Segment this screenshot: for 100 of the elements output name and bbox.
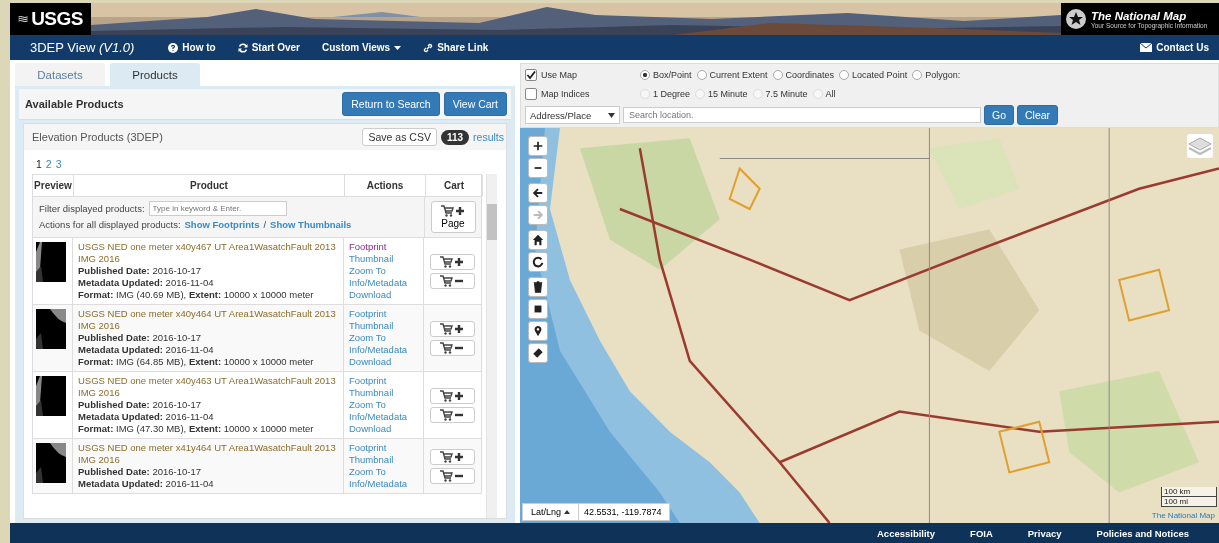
home-button[interactable] [528,230,548,250]
product-detail: Published Date: 2016-10-17 [78,332,203,344]
cart-minus-icon [440,341,464,354]
column-header: Preview [33,175,74,196]
trash-button[interactable] [528,277,548,297]
add-page-to-cart-button[interactable]: Page [430,201,476,233]
product-title: USGS NED one meter x40y463 UT Area1WasatchFault 2013 IMG 2016 [78,375,337,399]
pin-button[interactable] [528,321,548,341]
nav-link[interactable]: Custom Views [322,42,402,53]
remove-from-cart-button[interactable] [429,272,475,289]
footer-link[interactable]: Privacy [1027,527,1062,539]
tab[interactable]: Datasets [15,63,105,86]
product-action-link[interactable]: Thumbnail [349,320,418,332]
square-icon [532,303,544,315]
back-button[interactable] [528,183,548,203]
cart-minus-icon [440,408,464,421]
filter-field[interactable]: Type in keyword & Enter. [148,201,287,216]
product-action-link[interactable]: Thumbnail [349,454,418,466]
product-action-link[interactable]: Footprint [349,442,418,454]
checkbox[interactable]: Map Indices [525,87,635,100]
search-type-dropdown[interactable]: Address/Place [525,106,620,124]
refresh-button[interactable] [528,252,548,272]
contact-link[interactable]: Contact Us [1140,42,1209,53]
product-detail: Metadata Updated: 2016-11-04 [78,478,215,490]
square-button[interactable] [528,299,548,319]
cart-plus-icon [440,389,464,402]
search-field[interactable]: Search location. [623,107,981,123]
footer-link[interactable]: Policies and Notices [1096,527,1189,539]
nav-link[interactable]: Share Link [423,42,489,53]
remove-from-cart-button[interactable] [429,467,475,484]
radio-option[interactable]: Current Extent [696,69,768,80]
nav-link[interactable]: Start Over [237,42,300,53]
product-action-link[interactable]: Download [349,356,418,368]
nav-link[interactable]: How to [168,42,216,53]
product-action-link[interactable]: Zoom To [349,466,418,478]
cart-plus-icon [441,205,465,217]
column-header: Product [74,175,345,196]
show-footprints-link[interactable]: Show Footprints [184,219,260,230]
map-attribution: The National Map [1151,511,1215,520]
tab[interactable]: Products [110,63,200,86]
add-to-cart-button[interactable] [429,320,475,337]
product-action-link[interactable]: Info/Metadata [349,344,418,356]
remove-from-cart-button[interactable] [429,406,475,423]
caret-icon [608,112,615,118]
eraser-button[interactable] [528,343,548,363]
product-action-link[interactable]: Footprint [349,375,418,387]
usgs-logo[interactable]: USGS [10,3,91,35]
product-detail: Published Date: 2016-10-17 [78,466,203,478]
right-arrow-icon [532,209,544,221]
page-link[interactable]: 3 [55,158,62,170]
link-icon [423,42,434,53]
product-action-link[interactable]: Download [349,423,418,435]
product-detail: Metadata Updated: 2016-11-04 [78,411,215,423]
product-detail: Metadata Updated: 2016-11-04 [78,344,215,356]
home-icon [532,234,544,246]
radio-option[interactable]: Located Point [839,69,908,80]
product-action-link[interactable]: Zoom To [349,332,418,344]
add-to-cart-button[interactable] [429,387,475,404]
product-action-link[interactable]: Info/Metadata [349,478,418,490]
action-button[interactable]: View Cart [443,92,507,116]
search-button[interactable]: Go [984,105,1014,125]
product-action-link[interactable]: Footprint [349,308,418,320]
column-header: Actions [345,175,426,196]
radio-option[interactable]: Polygon: [912,69,961,80]
radio-option[interactable]: Coordinates [772,69,835,80]
scale-bar: 100 mi [1161,497,1217,507]
panel-title: Available Products [25,98,124,110]
product-action-link[interactable]: Zoom To [349,399,418,411]
product-title: USGS NED one meter x40y464 UT Area1WasatchFault 2013 IMG 2016 [78,308,337,332]
product-title: USGS NED one meter x41y464 UT Area1WasatchFault 2013 IMG 2016 [78,442,337,466]
add-to-cart-button[interactable] [429,448,475,465]
save-csv-button[interactable]: Save as CSV [362,128,437,146]
product-action-link[interactable]: Info/Metadata [349,277,418,289]
product-action-link[interactable]: Zoom To [349,265,418,277]
page-link[interactable]: 1 [36,158,42,170]
footer-link[interactable]: Accessibility [877,527,936,539]
results-link[interactable]: results [473,131,504,143]
scrollbar[interactable] [486,174,497,518]
remove-from-cart-button[interactable] [429,339,475,356]
product-detail: Published Date: 2016-10-17 [78,399,203,411]
footer-link[interactable]: FOIA [970,527,993,539]
product-action-link[interactable]: Footprint [349,241,418,253]
cart-minus-icon [440,469,464,482]
left-arrow-icon [532,187,544,199]
coordinate-mode-dropdown[interactable]: Lat/Lng [523,504,580,520]
checkbox[interactable]: Use Map [525,68,635,81]
show-thumbnails-link[interactable]: Show Thumbnails [270,219,352,230]
zoom-out-button[interactable] [528,158,548,178]
action-button[interactable]: Return to Search [342,92,440,116]
coordinates-readout: 42.5531, -119.7874 [583,506,663,519]
radio-option[interactable]: Box/Point [640,69,692,80]
product-action-link[interactable]: Info/Metadata [349,411,418,423]
zoom-in-button[interactable] [528,136,548,156]
search-button[interactable]: Clear [1017,105,1059,125]
caret-icon [564,510,571,514]
product-action-link[interactable]: Thumbnail [349,387,418,399]
page-link[interactable]: 2 [45,158,52,170]
product-action-link[interactable]: Download [349,289,418,301]
product-action-link[interactable]: Thumbnail [349,253,418,265]
add-to-cart-button[interactable] [429,253,475,270]
